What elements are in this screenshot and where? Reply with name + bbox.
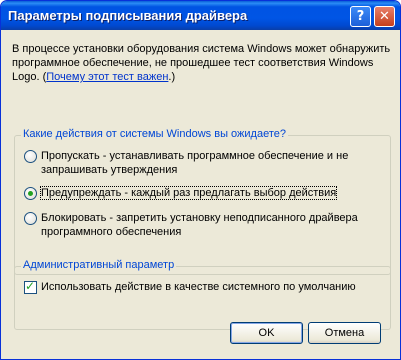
actions-groupbox: Какие действия от системы Windows вы ожи… xyxy=(14,128,391,275)
actions-group-label: Какие действия от системы Windows вы ожи… xyxy=(21,128,288,140)
cancel-button[interactable]: Отмена xyxy=(308,322,381,344)
driver-signing-dialog: Параметры подписывания драйвера ? ✕ В пр… xyxy=(0,0,401,360)
default-action-label: Использовать действие в качестве системн… xyxy=(41,281,356,293)
radio-ignore[interactable] xyxy=(24,150,37,163)
window-title: Параметры подписывания драйвера xyxy=(8,8,248,23)
radio-block[interactable] xyxy=(24,212,37,225)
close-button[interactable]: ✕ xyxy=(374,6,395,27)
default-action-checkbox[interactable] xyxy=(24,279,37,294)
dialog-body: В процессе установки оборудования систем… xyxy=(4,30,397,356)
why-test-important-link[interactable]: Почему этот тест важен xyxy=(46,71,168,83)
title-bar[interactable]: Параметры подписывания драйвера ? ✕ xyxy=(1,1,400,30)
admin-group-label: Административный параметр xyxy=(21,259,177,271)
radio-ignore-label: Пропускать - устанавливать программное о… xyxy=(41,150,349,176)
radio-warn-label: Предупреждать - каждый раз предлагать вы… xyxy=(39,186,338,200)
close-icon: ✕ xyxy=(379,9,390,24)
intro-text-tail: .) xyxy=(168,71,176,83)
intro-text: В процессе установки оборудования систем… xyxy=(12,42,392,84)
help-button[interactable]: ? xyxy=(350,6,371,27)
help-icon: ? xyxy=(356,9,365,24)
radio-block-label: Блокировать - запретить установку неподп… xyxy=(41,212,358,238)
ok-button[interactable]: OK xyxy=(230,322,303,344)
radio-warn[interactable] xyxy=(24,187,37,200)
admin-groupbox: Административный параметр Использовать д… xyxy=(14,259,391,330)
